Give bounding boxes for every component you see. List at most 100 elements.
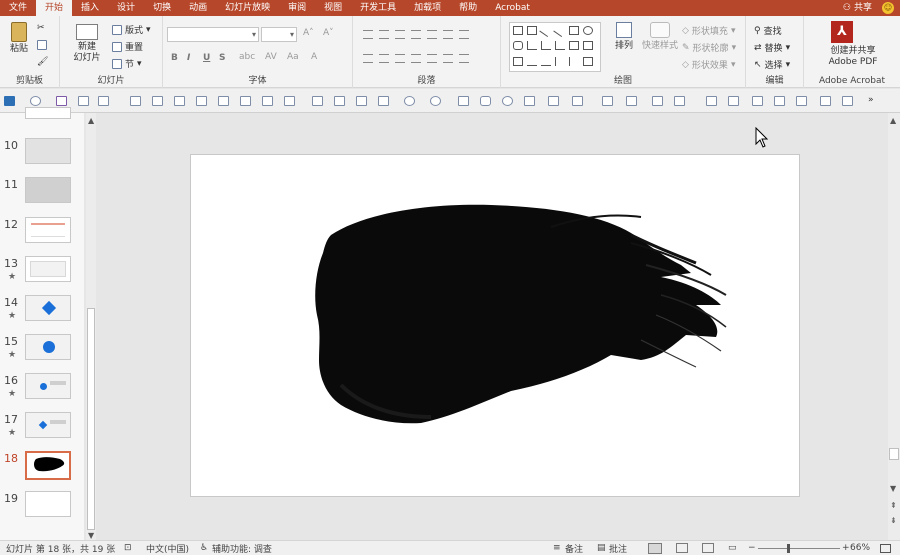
- paste-button[interactable]: 粘贴: [6, 22, 32, 55]
- tab-animations[interactable]: 动画: [180, 0, 216, 16]
- comments-button[interactable]: 批注: [609, 542, 627, 555]
- eyedropper-icon[interactable]: [706, 96, 717, 106]
- distribute-horizontal-icon[interactable]: [262, 96, 273, 106]
- accessibility-status[interactable]: 辅助功能: 调查: [212, 542, 272, 555]
- shape-effects-button[interactable]: ◇ 形状效果 ▾: [682, 58, 735, 72]
- shrink-font-button[interactable]: A˅: [323, 28, 334, 38]
- ink-brush-stroke-image[interactable]: [191, 155, 799, 496]
- rectangle-icon[interactable]: [458, 96, 469, 106]
- copy-button[interactable]: [37, 40, 47, 50]
- current-slide[interactable]: [190, 154, 800, 497]
- freeform-shape-icon[interactable]: [527, 57, 537, 66]
- distribute-vertical-icon[interactable]: [284, 96, 295, 106]
- group-icon[interactable]: [312, 96, 323, 106]
- slide-thumbnail[interactable]: [25, 256, 71, 282]
- create-pdf-button[interactable]: 创建并共享 Adobe PDF: [810, 46, 896, 68]
- section-button[interactable]: 节 ▾: [112, 57, 142, 70]
- scroll-up-icon[interactable]: ▲: [88, 116, 94, 125]
- decrease-indent-icon[interactable]: [395, 30, 405, 39]
- curve-shape-icon[interactable]: [541, 57, 551, 66]
- eyedropper-glow-icon[interactable]: [842, 96, 853, 106]
- thumbnail-row[interactable]: 17 ★: [0, 412, 84, 446]
- shapes-gallery[interactable]: [509, 22, 601, 72]
- curved-connector-icon[interactable]: [555, 41, 565, 50]
- screen-icon[interactable]: [78, 96, 89, 106]
- textbox-vertical-shape-icon[interactable]: [527, 26, 537, 35]
- slide-thumbnail[interactable]: [25, 373, 71, 399]
- tab-view[interactable]: 视图: [315, 0, 351, 16]
- slide-thumbnail[interactable]: [25, 295, 71, 321]
- text-direction-icon[interactable]: [443, 30, 453, 39]
- italic-button[interactable]: I: [187, 53, 190, 63]
- bring-forward-icon[interactable]: [356, 96, 367, 106]
- thumbnail-scrollbar[interactable]: ▲ ▼: [86, 113, 96, 540]
- new-slide-button[interactable]: 新建 幻灯片: [70, 24, 104, 64]
- rectangle-shape-icon[interactable]: [569, 26, 579, 35]
- shadow-button[interactable]: S: [219, 53, 225, 63]
- justify-icon[interactable]: [411, 54, 421, 63]
- tab-acrobat[interactable]: Acrobat: [486, 0, 539, 16]
- arrange-button[interactable]: 排列: [610, 22, 638, 52]
- fit-to-window-icon[interactable]: [880, 543, 891, 553]
- text-color-icon[interactable]: [774, 96, 785, 106]
- shape-outline-button[interactable]: ✎ 形状轮廓 ▾: [682, 41, 736, 55]
- artistic-effects-icon[interactable]: [626, 96, 637, 106]
- tab-addins[interactable]: 加载项: [405, 0, 450, 16]
- eyedropper-fill-icon[interactable]: [820, 96, 831, 106]
- right-arrow-shape-icon[interactable]: [569, 41, 579, 50]
- find-button[interactable]: ⚲ 查找: [754, 24, 782, 38]
- oval-icon[interactable]: [502, 96, 513, 106]
- quick-styles-button[interactable]: 快速样式: [640, 22, 680, 52]
- shape-fill-button[interactable]: ◇ 形状填充 ▾: [682, 24, 735, 38]
- line-shape-icon[interactable]: [539, 23, 553, 38]
- feedback-smiley-icon[interactable]: ☺: [882, 2, 894, 14]
- cut-button[interactable]: ✂: [37, 23, 45, 33]
- canvas-scrollbar-thumb[interactable]: [889, 448, 899, 460]
- tab-design[interactable]: 设计: [108, 0, 144, 16]
- slide-editing-canvas[interactable]: [98, 113, 888, 540]
- thumbnail-row[interactable]: 14 ★: [0, 295, 84, 329]
- brace-shape-icon[interactable]: [555, 57, 565, 66]
- smartart-icon[interactable]: [459, 54, 469, 63]
- align-top-objects-icon[interactable]: [196, 96, 207, 106]
- picture-icon[interactable]: [652, 96, 663, 106]
- thumbnail-row[interactable]: 13 ★: [0, 256, 84, 290]
- freeform-icon[interactable]: [524, 96, 535, 106]
- notes-button[interactable]: 备注: [565, 542, 583, 555]
- align-text-icon[interactable]: [443, 54, 453, 63]
- theme-colors-icon[interactable]: [4, 96, 15, 106]
- slide-thumbnail[interactable]: [25, 217, 71, 243]
- thumbnail-row[interactable]: 19: [0, 491, 84, 525]
- tab-home[interactable]: 开始: [36, 0, 73, 16]
- online-picture-icon[interactable]: [674, 96, 685, 106]
- tab-review[interactable]: 审阅: [279, 0, 315, 16]
- spell-check-icon[interactable]: ⊡: [124, 543, 132, 553]
- normal-view-icon[interactable]: [648, 542, 662, 554]
- previous-slide-icon[interactable]: ⇞: [890, 501, 897, 510]
- font-color-button[interactable]: A: [311, 52, 317, 62]
- thumbnail-row[interactable]: 11: [0, 177, 84, 211]
- slide-thumbnail[interactable]: [25, 412, 71, 438]
- replace-button[interactable]: ⇄ 替换 ▾: [754, 41, 790, 55]
- underline-button[interactable]: U: [203, 53, 210, 63]
- zoom-in-icon[interactable]: +: [842, 543, 850, 553]
- align-center-objects-icon[interactable]: [152, 96, 163, 106]
- down-arrow-shape-icon[interactable]: [583, 41, 593, 50]
- zoom-slider-thumb[interactable]: [787, 544, 790, 553]
- strikethrough-button[interactable]: abc: [239, 52, 255, 62]
- arrow-shape-icon[interactable]: [553, 23, 567, 38]
- align-bottom-objects-icon[interactable]: [240, 96, 251, 106]
- select-button[interactable]: ↖ 选择 ▾: [754, 58, 790, 72]
- tab-slideshow[interactable]: 幻灯片放映: [216, 0, 279, 16]
- align-left-icon[interactable]: [363, 54, 373, 63]
- slideshow-icon[interactable]: ▭: [728, 543, 737, 553]
- fill-color-icon[interactable]: [430, 96, 441, 106]
- tab-transitions[interactable]: 切换: [144, 0, 180, 16]
- triangle-shape-icon[interactable]: [527, 41, 537, 50]
- bold-button[interactable]: B: [171, 53, 178, 63]
- bullets-icon[interactable]: [363, 30, 373, 39]
- shape-effects-icon[interactable]: [30, 96, 41, 106]
- slide-thumbnail[interactable]: [25, 334, 71, 360]
- more-commands-button[interactable]: »: [868, 95, 874, 105]
- format-painter-button[interactable]: 🖌: [37, 57, 48, 67]
